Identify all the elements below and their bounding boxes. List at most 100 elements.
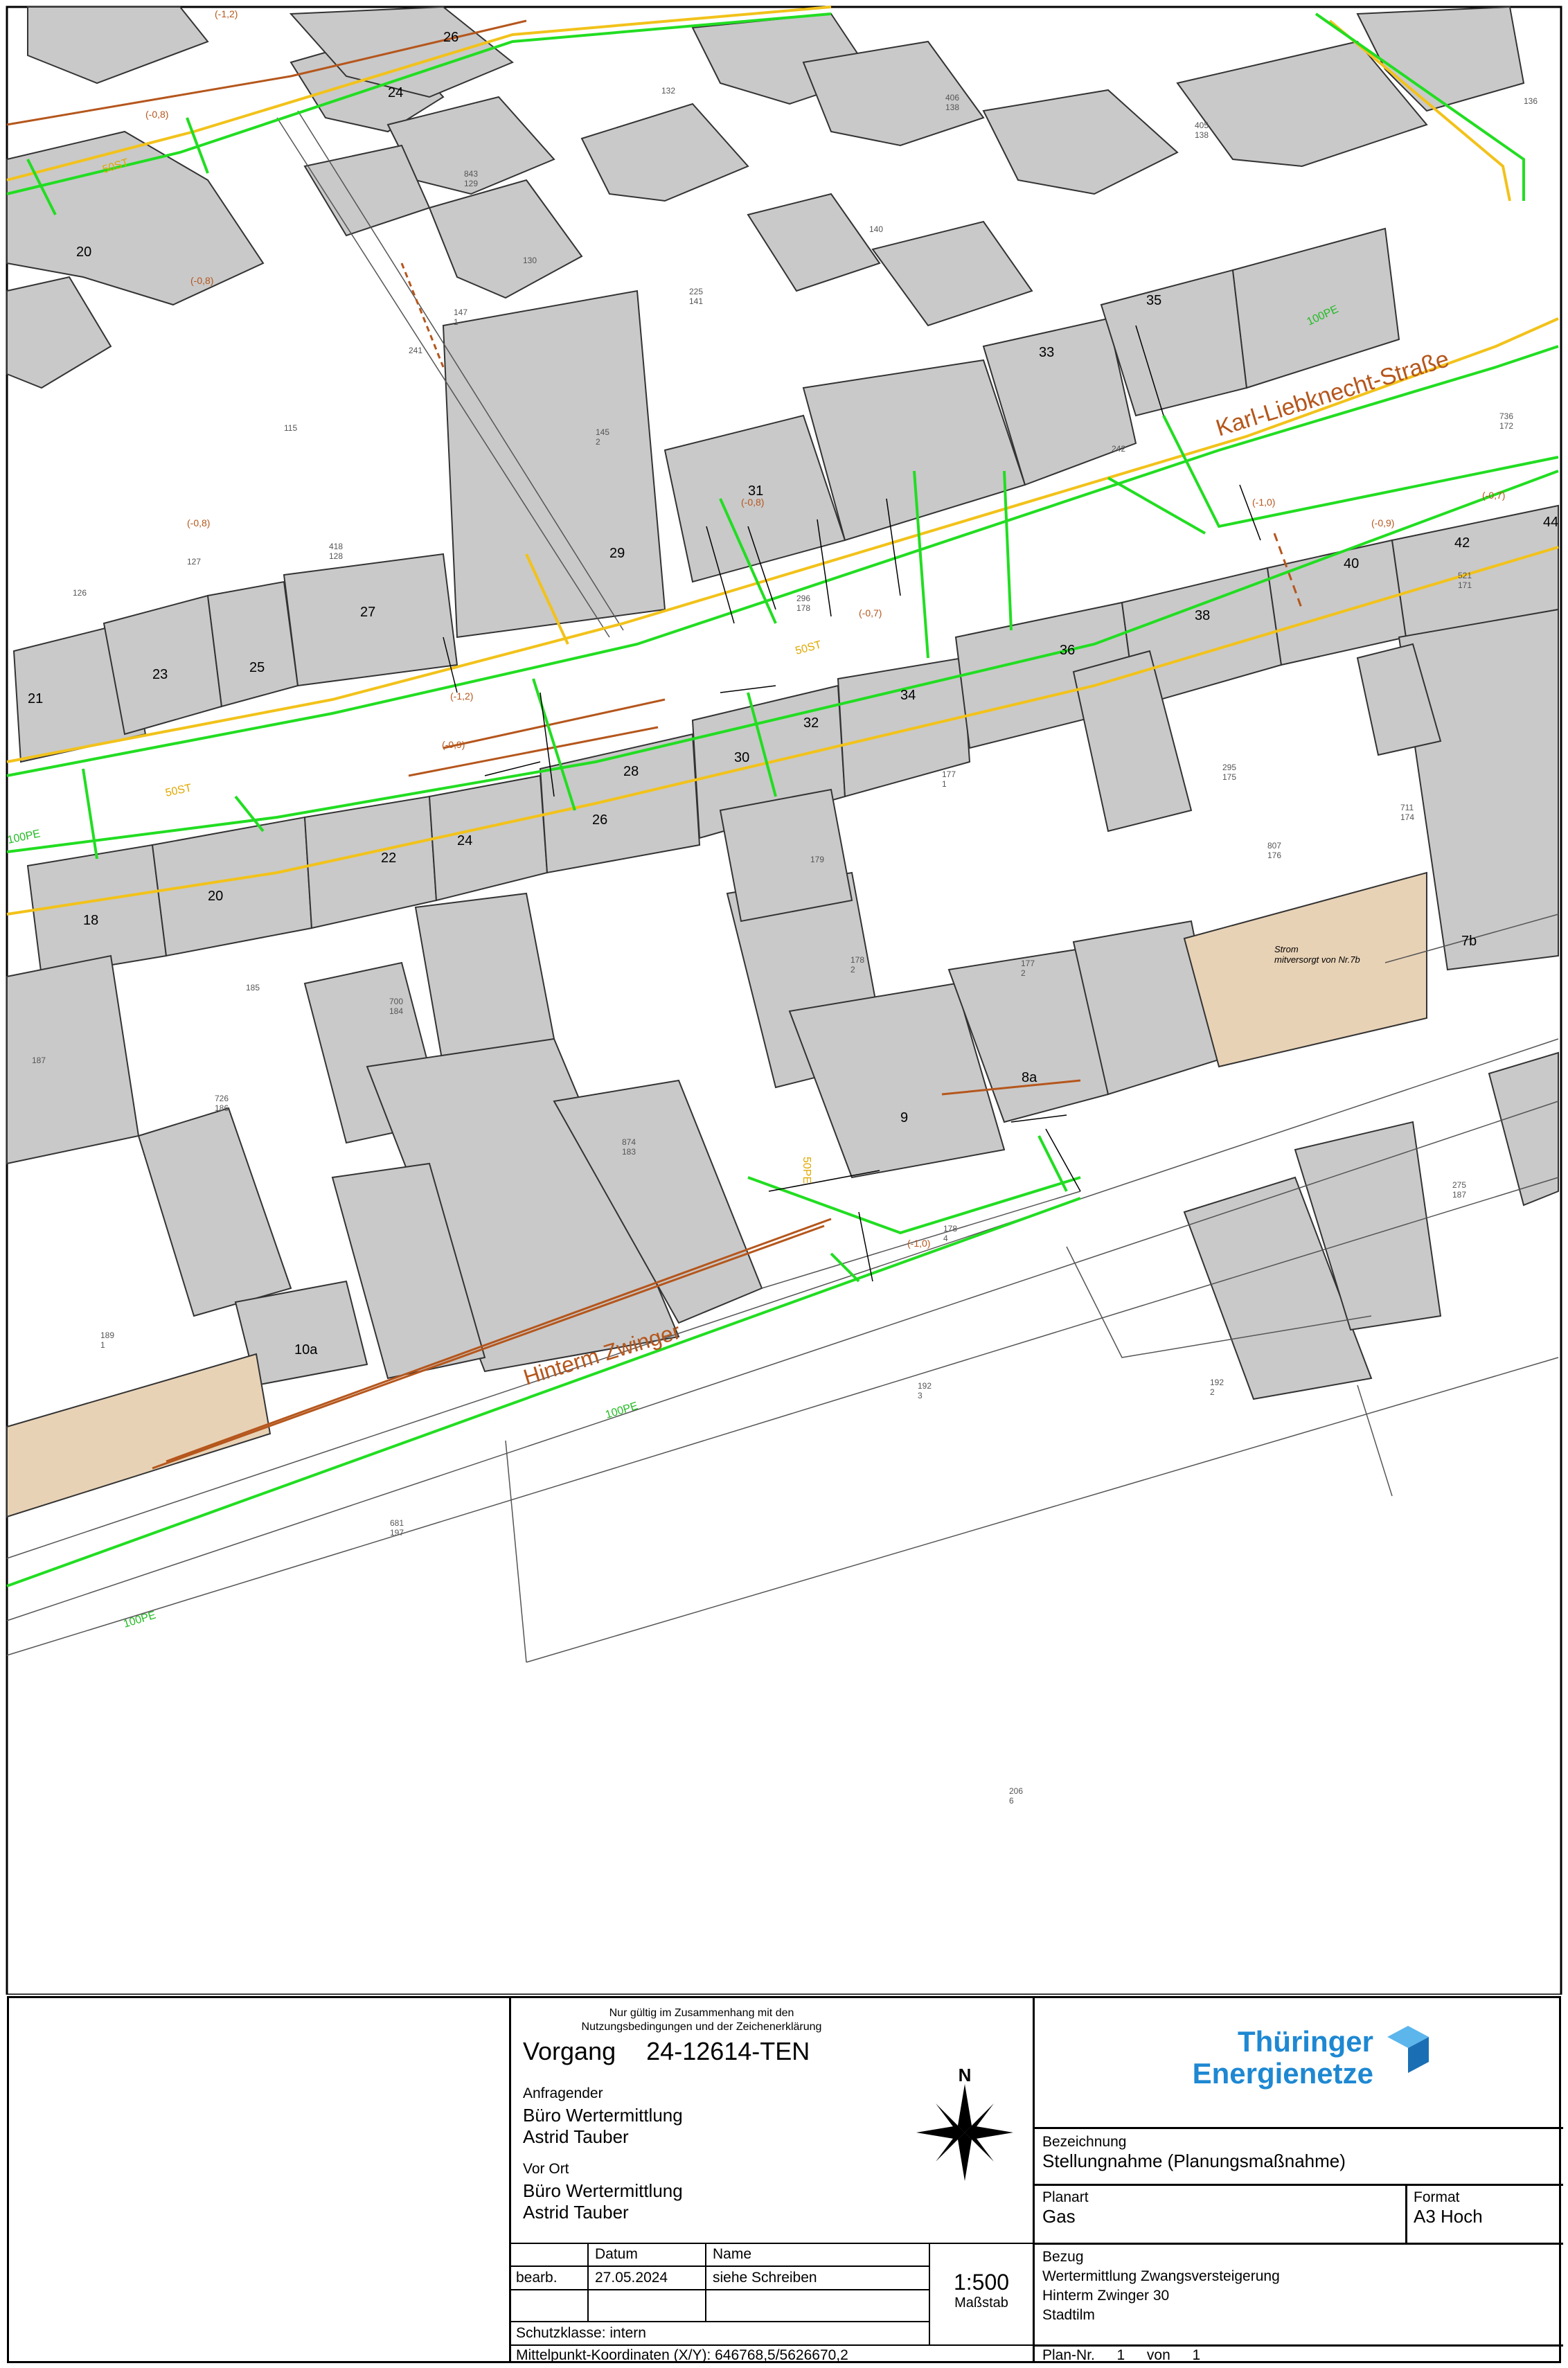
bezeichnung-label: Bezeichnung xyxy=(1042,2134,1127,2150)
parcel-number: 405 138 xyxy=(1195,121,1209,140)
house-number: 25 xyxy=(249,660,265,675)
house-number: 40 xyxy=(1344,556,1359,571)
parcel-number: 130 xyxy=(523,256,537,265)
parcel-number: 242 xyxy=(1112,444,1125,454)
depth-label: (-1,0) xyxy=(1252,497,1275,508)
house-number: 29 xyxy=(609,546,625,561)
house-number: 33 xyxy=(1039,345,1054,360)
parcel-number: 132 xyxy=(661,86,675,96)
parcel-number: 115 xyxy=(284,423,297,433)
parcel-number: 275 187 xyxy=(1452,1180,1466,1200)
parcel-number: 225 141 xyxy=(689,287,703,306)
house-number: 21 xyxy=(28,691,43,706)
depth-label: (-0,7) xyxy=(859,607,882,618)
scale-label: Maßstab xyxy=(954,2295,1008,2311)
depth-label: (-0,8) xyxy=(741,497,764,508)
parcel-number: 418 128 xyxy=(329,542,343,561)
house-number: 10a xyxy=(294,1342,318,1357)
house-number: 22 xyxy=(381,851,396,866)
depth-label: (-0,9) xyxy=(442,739,465,750)
anfragender-label: Anfragender xyxy=(523,2085,603,2101)
parcel-number: 126 xyxy=(73,588,87,598)
house-number: 23 xyxy=(152,667,168,682)
parcel-number: 241 xyxy=(409,346,422,355)
house-number: 38 xyxy=(1195,608,1210,623)
title-block: Nur gültig im Zusammenhang mit den Nutzu… xyxy=(7,1996,1563,2363)
house-number: 9 xyxy=(900,1110,908,1125)
schutzklasse: Schutzklasse: intern xyxy=(516,2325,646,2341)
house-number: 24 xyxy=(388,85,403,100)
scale-value: 1:500 xyxy=(953,2270,1010,2295)
vorort-line2: Astrid Tauber xyxy=(523,2202,629,2223)
parcel-number: 521 171 xyxy=(1458,571,1472,590)
notice-line2: Nutzungsbedingungen und der Zeichenerklä… xyxy=(581,2021,822,2033)
planart-value: Gas xyxy=(1042,2206,1076,2227)
parcel-number: 711 174 xyxy=(1400,803,1414,822)
parcel-number: 807 176 xyxy=(1267,841,1281,860)
parcel-number: 843 129 xyxy=(464,169,478,188)
house-number: 28 xyxy=(623,764,639,779)
parcel-number: 136 xyxy=(1524,96,1538,106)
notice-line1: Nur gültig im Zusammenhang mit den xyxy=(609,2007,794,2019)
house-number: 24 xyxy=(457,833,472,848)
koordinaten: Mittelpunkt-Koordinaten (X/Y): 646768,5/… xyxy=(516,2347,848,2363)
house-number: 32 xyxy=(803,715,819,731)
depth-label: (-1,2) xyxy=(215,8,238,19)
depth-label: (-0,8) xyxy=(190,275,213,286)
depth-label: (-0,7) xyxy=(1482,490,1505,501)
parcel-number: 681 197 xyxy=(390,1518,404,1538)
parcel-number: 874 183 xyxy=(622,1137,636,1157)
name-label: Name xyxy=(713,2246,752,2262)
bezug-label: Bezug xyxy=(1042,2249,1084,2265)
depth-label: (-0,8) xyxy=(145,109,168,120)
house-number: 7b xyxy=(1461,934,1477,949)
von-value: 1 xyxy=(1192,2347,1201,2363)
parcel-number: 185 xyxy=(246,983,260,992)
logo-cube-icon xyxy=(1387,2026,1429,2073)
house-number: 18 xyxy=(83,913,98,928)
name-value: siehe Schreiben xyxy=(713,2270,817,2286)
house-number: 30 xyxy=(734,750,749,765)
bezeichnung-value: Stellungnahme (Planungsmaßnahme) xyxy=(1042,2151,1346,2171)
parcel-number: 187 xyxy=(32,1056,46,1065)
anfragender-line2: Astrid Tauber xyxy=(523,2126,629,2147)
house-number: 8a xyxy=(1022,1070,1037,1085)
logo-line1: Thüringer xyxy=(1238,2025,1373,2058)
plannr-label: Plan-Nr. xyxy=(1042,2347,1095,2363)
von-label: von xyxy=(1146,2347,1170,2363)
parcel-number: 726 186 xyxy=(215,1094,229,1113)
depth-label: (-0,9) xyxy=(1371,517,1394,528)
bezug-line3: Stadtilm xyxy=(1042,2307,1095,2323)
anfragender-line1: Büro Wertermittlung xyxy=(523,2105,683,2126)
parcel-number: 179 xyxy=(810,855,824,864)
house-number: 26 xyxy=(592,812,607,828)
logo: Thüringer Energienetze xyxy=(1173,2019,1450,2102)
pipe-label: 50PE xyxy=(801,1157,812,1184)
parcel-number: 406 138 xyxy=(945,93,959,112)
house-number: 26 xyxy=(443,30,458,45)
parcel-number: 700 184 xyxy=(389,997,403,1016)
house-number: 35 xyxy=(1146,293,1161,308)
format-label: Format xyxy=(1414,2189,1460,2205)
planart-label: Planart xyxy=(1042,2189,1089,2205)
vorgang-label: Vorgang xyxy=(523,2037,616,2065)
parcel-number: 296 178 xyxy=(796,594,810,613)
logo-line2: Energienetze xyxy=(1192,2057,1373,2090)
house-number: 20 xyxy=(76,244,91,260)
format-value: A3 Hoch xyxy=(1414,2206,1483,2227)
parcel-number: 736 172 xyxy=(1499,411,1513,431)
parcel-number: 127 xyxy=(187,557,201,567)
plannr-value: 1 xyxy=(1116,2347,1125,2363)
bearb-label: bearb. xyxy=(516,2270,558,2286)
house-number: 20 xyxy=(208,889,223,904)
datum-value: 27.05.2024 xyxy=(595,2270,668,2286)
house-number: 34 xyxy=(900,688,916,703)
depth-label: (-1,0) xyxy=(907,1238,930,1249)
bezug-line2: Hinterm Zwinger 30 xyxy=(1042,2288,1170,2304)
vorort-label: Vor Ort xyxy=(523,2161,569,2177)
vorgang-value: 24-12614-TEN xyxy=(646,2037,810,2065)
utility-map: Karl-Liebknecht-Straße Hinterm Zwinger 1… xyxy=(0,0,1568,1995)
house-number: 44 xyxy=(1543,515,1558,530)
depth-label: (-1,2) xyxy=(450,691,473,702)
house-number: 42 xyxy=(1454,535,1470,551)
